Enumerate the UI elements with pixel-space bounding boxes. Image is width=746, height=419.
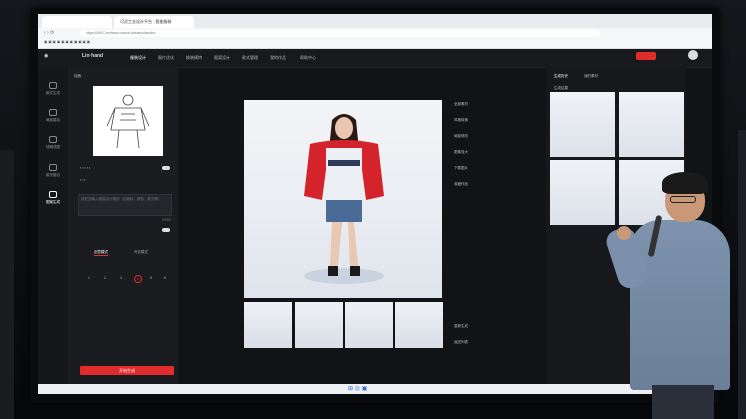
screen: 可灵工业设计平台 - 智能服装 ‹ › ⟳ https://AIGC.lenha… [38,14,712,394]
tool-item[interactable]: 全部素材 [454,102,468,107]
rail-item-active[interactable]: 图案生成 [42,191,64,205]
step-item[interactable]: 6 [164,276,166,280]
bookmarks-bar [38,38,712,49]
toggle-switch[interactable] [162,166,170,170]
nav-item[interactable]: 服装设计 [130,55,146,61]
bookmark-item[interactable]: ▣ ▣ ▣ ▣ ▣ ▣ ▣ ▣ ▣ ▣ ▣ [44,40,90,44]
step-item[interactable]: 2 [104,276,106,280]
tool-item[interactable]: 图像放大 [454,150,468,155]
presenter-hair [662,172,708,194]
glasses [670,196,696,203]
nav-item[interactable]: 我的作品 [270,55,286,61]
nav-item[interactable]: 款式管理 [242,55,258,61]
tool-item[interactable]: 收藏作品 [454,182,468,187]
rail-item[interactable]: 局部重绘 [42,109,64,123]
presenter-body [630,220,730,390]
rail-label: 线稿成图 [46,145,60,149]
url-field[interactable]: https://AIGC.lenhand.com/ai-industry/fas… [80,30,600,37]
app-logo: Lin·hand [82,53,104,59]
result-thumbnail[interactable] [619,92,684,157]
step-item[interactable]: 5 [150,276,152,280]
step-item[interactable]: 3 [120,276,122,280]
rail-item[interactable]: 线稿成图 [42,136,64,150]
variant-thumbnail[interactable] [244,302,292,348]
step-selector[interactable]: 1 2 3 4 5 6 [84,275,170,283]
results-tab-active[interactable]: 生成历史 [554,74,568,79]
scan-icon [49,82,57,89]
results-label: 生成结果 [554,86,568,90]
result-thumbnail[interactable] [550,92,615,157]
speaker-stand [738,130,746,419]
step-item-selected[interactable]: 4 [134,275,142,283]
nav-item[interactable]: 帮助中心 [300,55,316,61]
rail-item[interactable]: 款式生成 [42,82,64,96]
layers-icon [49,164,57,171]
main-preview-image[interactable] [244,100,442,298]
os-taskbar [38,384,712,394]
step-item[interactable]: 1 [88,276,90,280]
toggle-switch[interactable] [162,228,170,232]
rail-item[interactable]: 款式融合 [42,164,64,178]
tool-item[interactable]: 下载图片 [454,166,468,171]
rail-label: 局部重绘 [46,118,60,122]
option-label: ▪ ▪ ▪ [80,178,86,182]
tool-item[interactable]: 风格转换 [454,118,468,123]
start-icon[interactable]: ⊞ ◎ ▣ [348,385,367,392]
variant-thumbnail[interactable] [295,302,343,348]
browser-tab[interactable] [196,16,266,28]
rail-label: 图案生成 [46,200,60,204]
image-icon [49,191,57,198]
nav-item[interactable]: 图片优化 [158,55,174,61]
sketch-upload[interactable] [93,86,163,156]
variant-thumbnail[interactable] [395,302,443,348]
rail-label: 款式融合 [46,173,60,177]
nav-item[interactable]: 图案设计 [214,55,230,61]
nav-item[interactable]: 换装模特 [186,55,202,61]
edit-icon [49,109,57,116]
prompt-input[interactable]: 请在此输入服装设计描述（如面料、颜色、款式等） [78,194,172,216]
section-title: 线稿 [74,74,81,78]
avatar[interactable] [688,50,698,60]
tool-item[interactable]: 重新生成 [454,324,468,329]
presenter-pants [652,385,714,419]
char-counter: 0/500 [162,218,171,222]
results-tab[interactable]: 我的素材 [584,74,598,79]
variant-thumbnail[interactable] [345,302,393,348]
tab-realistic[interactable]: 写实模式 [134,250,148,255]
browser-tab[interactable] [42,16,112,28]
speaker-stand [0,150,14,419]
company-logo: ◉ [44,53,49,59]
headset-icon [49,136,57,143]
rail-label: 款式生成 [46,91,60,95]
vip-button[interactable] [636,52,656,60]
option-label: ▪ ▪ ▪ ▪ ▪ [80,166,91,170]
presenter-hand [617,226,631,240]
result-thumbnail[interactable] [550,160,615,225]
back-icon[interactable]: ‹ › ⟳ [44,30,54,36]
tab-creative[interactable]: 创意模式 [94,250,108,256]
tool-item[interactable]: 局部修改 [454,134,468,139]
browser-tab-active[interactable]: 可灵工业设计平台 - 智能服装 [114,16,194,28]
model-photo [304,114,384,284]
sketch-drawing [106,94,150,149]
tool-item[interactable]: 返回列表 [454,340,468,345]
generate-button[interactable]: 开始生成 [80,366,174,375]
